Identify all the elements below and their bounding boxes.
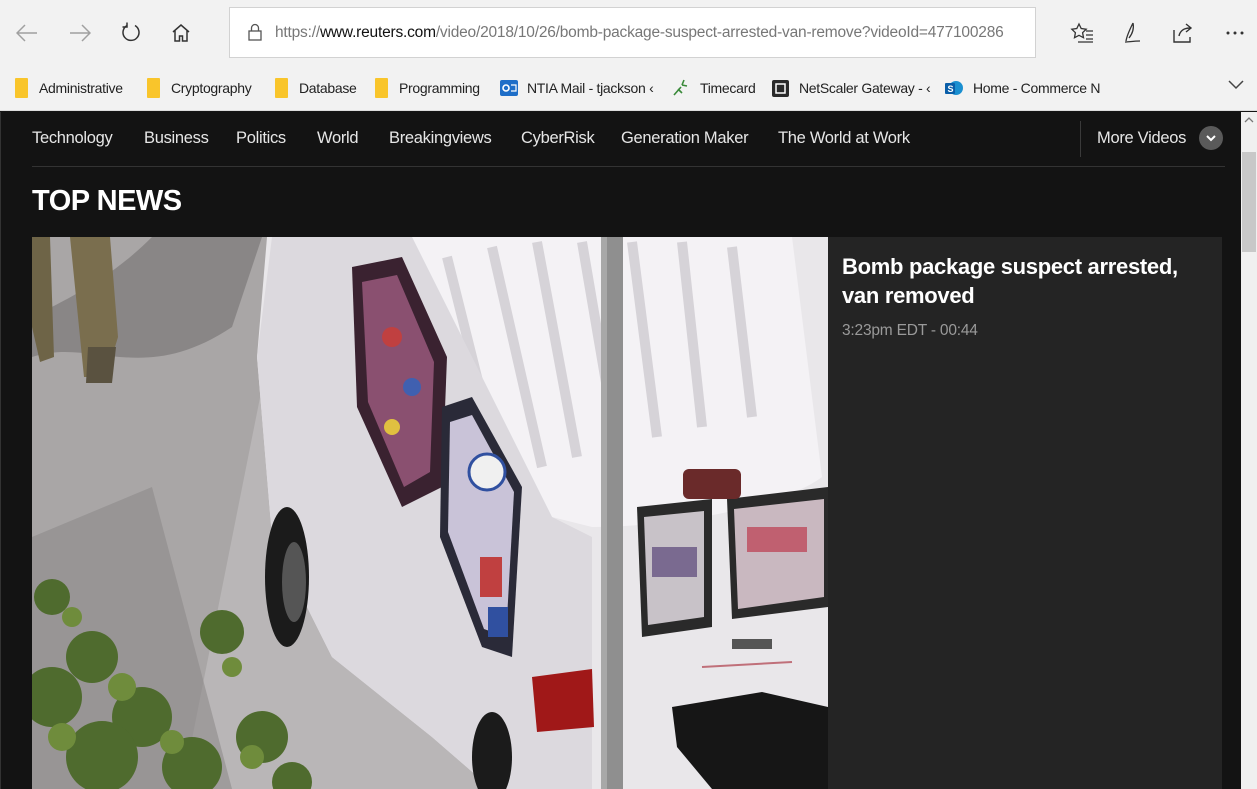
more-menu-button[interactable]	[1222, 20, 1248, 46]
featured-video-card: Bomb package suspect arrested, van remov…	[32, 237, 1222, 789]
bookmark-programming[interactable]: Programming	[375, 77, 480, 99]
section-title: TOP NEWS	[32, 185, 182, 217]
notes-button[interactable]	[1120, 20, 1146, 46]
nav-cyberrisk[interactable]: CyberRisk	[521, 112, 595, 166]
folder-icon	[15, 78, 28, 98]
sharepoint-icon: S	[945, 80, 963, 95]
lock-icon	[248, 23, 262, 41]
video-timestamp: 3:23pm EDT - 00:44	[842, 322, 978, 339]
url-prefix: https://	[275, 24, 320, 41]
nav-generation-maker[interactable]: Generation Maker	[621, 112, 749, 166]
back-arrow-icon	[16, 24, 37, 42]
more-videos-label: More Videos	[1097, 129, 1187, 147]
favorites-bar: Administrative Cryptography Database Pro…	[0, 66, 1257, 111]
refresh-button[interactable]	[118, 20, 144, 46]
refresh-icon	[122, 22, 140, 42]
more-videos-button[interactable]: More Videos	[1080, 121, 1226, 157]
bookmark-administrative[interactable]: Administrative	[15, 77, 123, 99]
nav-world[interactable]: World	[317, 112, 359, 166]
folder-icon	[275, 78, 288, 98]
home-icon	[172, 24, 190, 42]
timecard-icon	[673, 79, 688, 96]
netscaler-icon	[772, 79, 789, 97]
home-button[interactable]	[168, 20, 194, 46]
page-scrollbar[interactable]	[1241, 112, 1257, 789]
back-button[interactable]	[14, 20, 40, 46]
folder-icon	[147, 78, 160, 98]
bookmark-timecard[interactable]: Timecard	[673, 77, 756, 99]
page-content: Technology Business Politics World Break…	[0, 112, 1241, 789]
nav-breakingviews[interactable]: Breakingviews	[389, 112, 492, 166]
share-button[interactable]	[1170, 20, 1196, 46]
url-text[interactable]: https://www.reuters.com/video/2018/10/26…	[275, 8, 1004, 57]
url-domain: www.reuters.com	[319, 24, 436, 41]
favorites-list-icon	[1070, 22, 1093, 43]
bookmark-ntia-mail[interactable]: NTIA Mail - tjackson ‹	[500, 77, 654, 99]
scrollbar-thumb[interactable]	[1242, 152, 1256, 252]
chevron-down-icon[interactable]	[1228, 80, 1244, 90]
nav-world-at-work[interactable]: The World at Work	[778, 112, 910, 166]
svg-text:S: S	[948, 84, 954, 94]
address-bar[interactable]: https://www.reuters.com/video/2018/10/26…	[229, 7, 1036, 58]
category-nav: Technology Business Politics World Break…	[32, 112, 1225, 167]
bookmark-netscaler[interactable]: NetScaler Gateway - ‹	[772, 77, 931, 99]
browser-toolbar: https://www.reuters.com/video/2018/10/26…	[0, 0, 1257, 66]
chevron-down-icon	[1199, 126, 1223, 150]
bookmark-label: Home - Commerce N	[973, 80, 1101, 96]
url-path: /video/2018/10/26/bomb-package-suspect-a…	[435, 24, 1004, 41]
share-icon	[1173, 23, 1193, 43]
bookmark-label: Programming	[399, 80, 480, 96]
bookmark-label: NetScaler Gateway - ‹	[799, 80, 931, 96]
outlook-icon	[500, 80, 518, 96]
bookmark-cryptography[interactable]: Cryptography	[147, 77, 252, 99]
forward-arrow-icon	[70, 24, 91, 42]
pen-notes-icon	[1124, 22, 1141, 43]
bookmark-label: Cryptography	[171, 80, 252, 96]
bookmark-label: Database	[299, 80, 357, 96]
bookmark-label: Timecard	[700, 80, 756, 96]
video-frame-image	[32, 237, 828, 789]
nav-business[interactable]: Business	[144, 112, 209, 166]
bookmark-label: NTIA Mail - tjackson ‹	[527, 80, 654, 96]
ellipsis-icon	[1226, 31, 1244, 35]
forward-button[interactable]	[67, 20, 93, 46]
favorites-button[interactable]	[1069, 20, 1095, 46]
bookmark-label: Administrative	[39, 80, 123, 96]
nav-technology[interactable]: Technology	[32, 112, 113, 166]
chevron-up-icon[interactable]	[1244, 116, 1254, 123]
bookmark-database[interactable]: Database	[275, 77, 357, 99]
video-player[interactable]	[32, 237, 828, 789]
video-headline[interactable]: Bomb package suspect arrested, van remov…	[842, 252, 1212, 310]
nav-politics[interactable]: Politics	[236, 112, 286, 166]
bookmark-home-commerce[interactable]: S Home - Commerce N	[945, 77, 1100, 99]
featured-info: Bomb package suspect arrested, van remov…	[842, 252, 1212, 340]
folder-icon	[375, 78, 388, 98]
